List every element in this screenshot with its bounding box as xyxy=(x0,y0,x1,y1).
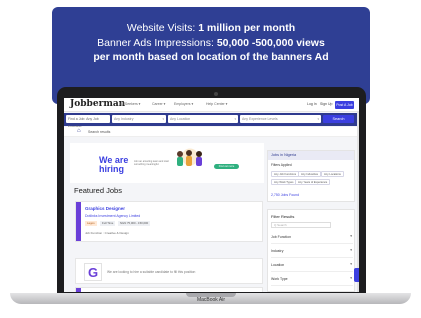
chevron-down-icon: ▾ xyxy=(350,248,352,252)
job-card[interactable]: G We are looking to hire a suitable cand… xyxy=(75,258,263,284)
job-location-tag: Lagos xyxy=(85,221,97,226)
job-snippet: We are looking to hire a suitable candid… xyxy=(107,270,196,274)
chevron-down-icon: ▾ xyxy=(162,117,164,121)
job-search-bar: Find a Job: Any Job Function Any Industr… xyxy=(64,113,359,129)
chevron-down-icon: ▾ xyxy=(350,276,352,280)
job-card[interactable] xyxy=(75,287,263,292)
job-type-tag: Full Time xyxy=(100,221,116,226)
site-logo[interactable]: Jobberman xyxy=(70,99,125,109)
filter-search-input[interactable]: Q Search xyxy=(271,222,331,228)
home-icon[interactable]: ⌂ xyxy=(77,128,81,134)
featured-stripe xyxy=(76,288,81,292)
hero-headline-line2: hiring xyxy=(99,164,124,174)
experience-select[interactable]: Any Experience Levels ▾ xyxy=(240,115,321,123)
featured-jobs-heading: Featured Jobs xyxy=(74,186,122,195)
filter-row-label: Location xyxy=(271,263,285,267)
jobs-summary-panel: Jobs in Nigeria Filters Applied Any Job … xyxy=(267,150,355,202)
camera-icon xyxy=(214,92,218,96)
post-job-button[interactable]: Post A Job xyxy=(335,101,354,109)
filter-row-label: Work Type xyxy=(271,277,288,281)
nav-item-career[interactable]: Career ▾ xyxy=(152,102,165,106)
job-company[interactable]: Dotlinks Investment Agency Limited xyxy=(85,214,140,218)
job-function-text: Job Function : Creative & Design xyxy=(85,231,129,235)
filter-chip[interactable]: Any Locations xyxy=(321,171,344,177)
industry-select-value: Any Industry xyxy=(114,117,134,121)
banner-impressions-value: 50,000 -500,000 views xyxy=(216,37,325,49)
featured-stripe xyxy=(76,202,81,241)
jobs-found-count: 2,750 Jobs Found xyxy=(271,193,300,197)
site-navbar: Jobberman All Seekers ▾ Career ▾ Employe… xyxy=(64,98,359,112)
filter-results-panel: Filter Results Q Search Job Function ▾ In… xyxy=(267,209,355,292)
find-job-label-text: Find a Job: xyxy=(68,117,86,121)
banner-line-impressions: Banner Ads Impressions: 50,000 -500,000 … xyxy=(52,37,370,49)
chevron-down-icon: ▾ xyxy=(350,262,352,266)
filter-chip[interactable]: Any Industries xyxy=(298,171,322,177)
banner-line-location: per month based on location of the banne… xyxy=(93,51,329,63)
filter-chip[interactable]: Any Job Functions xyxy=(271,171,300,177)
search-button[interactable]: Search xyxy=(323,115,354,123)
chevron-down-icon: ▾ xyxy=(234,117,236,121)
banner-impressions-label: Banner Ads Impressions: xyxy=(97,37,217,49)
filter-row-label: Industry xyxy=(271,249,284,253)
location-select-value: Any Location xyxy=(170,117,191,121)
industry-select[interactable]: Any Industry ▾ xyxy=(112,115,166,123)
filter-row-label: Job Function xyxy=(271,235,292,239)
people-illustration xyxy=(177,148,202,166)
experience-select-value: Any Experience Levels xyxy=(242,117,278,121)
hero-headline: We are hiring xyxy=(99,156,128,174)
hero-cta-button[interactable]: Find out more xyxy=(214,164,239,169)
jobs-summary-heading: Jobs in Nigeria xyxy=(268,151,354,160)
chevron-down-icon: ▾ xyxy=(317,117,319,121)
filters-applied-label: Filters Applied xyxy=(271,163,292,167)
nav-item-employers[interactable]: Employers ▾ xyxy=(174,102,193,106)
job-card[interactable]: Graphics Designer Dotlinks Investment Ag… xyxy=(75,201,263,242)
banner-visits-label: Website Visits: xyxy=(126,22,199,34)
signup-link[interactable]: Sign Up xyxy=(320,102,332,106)
breadcrumb-label[interactable]: Search results xyxy=(88,130,110,134)
breadcrumb: ⌂ Search results xyxy=(64,127,359,137)
company-logo: G xyxy=(84,263,102,281)
filter-chip[interactable]: Any Years of Experience xyxy=(295,179,331,185)
filter-job-function[interactable]: Job Function ▾ xyxy=(271,232,353,244)
filter-work-type[interactable]: Work Type ▾ xyxy=(271,274,353,286)
find-job-label: Find a Job: Any Job Function xyxy=(66,115,110,129)
chevron-down-icon: ▾ xyxy=(350,234,352,238)
job-title[interactable]: Graphics Designer xyxy=(85,206,125,211)
nav-item-help[interactable]: Help Center ▾ xyxy=(206,102,227,106)
location-select[interactable]: Any Location ▾ xyxy=(168,115,238,123)
nav-item-seekers[interactable]: All Seekers ▾ xyxy=(120,102,140,106)
hero-subtext: Join an amazing team and start something… xyxy=(134,160,169,166)
laptop-screen: Jobberman All Seekers ▾ Career ▾ Employe… xyxy=(64,98,359,292)
filter-results-title: Filter Results xyxy=(271,214,295,219)
laptop-brand-label: MacBook Air xyxy=(196,297,226,303)
filter-location[interactable]: Location ▾ xyxy=(271,260,353,272)
banner-visits-value: 1 million per month xyxy=(198,22,296,34)
banner-line-visits: Website Visits: 1 million per month xyxy=(52,22,370,34)
hiring-hero-banner[interactable]: We are hiring Join an amazing team and st… xyxy=(70,143,264,183)
login-link[interactable]: Log In xyxy=(307,102,317,106)
page-scrollbar[interactable] xyxy=(357,112,359,292)
filter-chip[interactable]: Any Work Types xyxy=(271,179,297,185)
accessibility-widget[interactable] xyxy=(354,268,359,282)
filter-industry[interactable]: Industry ▾ xyxy=(271,246,353,258)
job-salary-tag: NGN 75,000 - 150,000 xyxy=(118,221,151,226)
